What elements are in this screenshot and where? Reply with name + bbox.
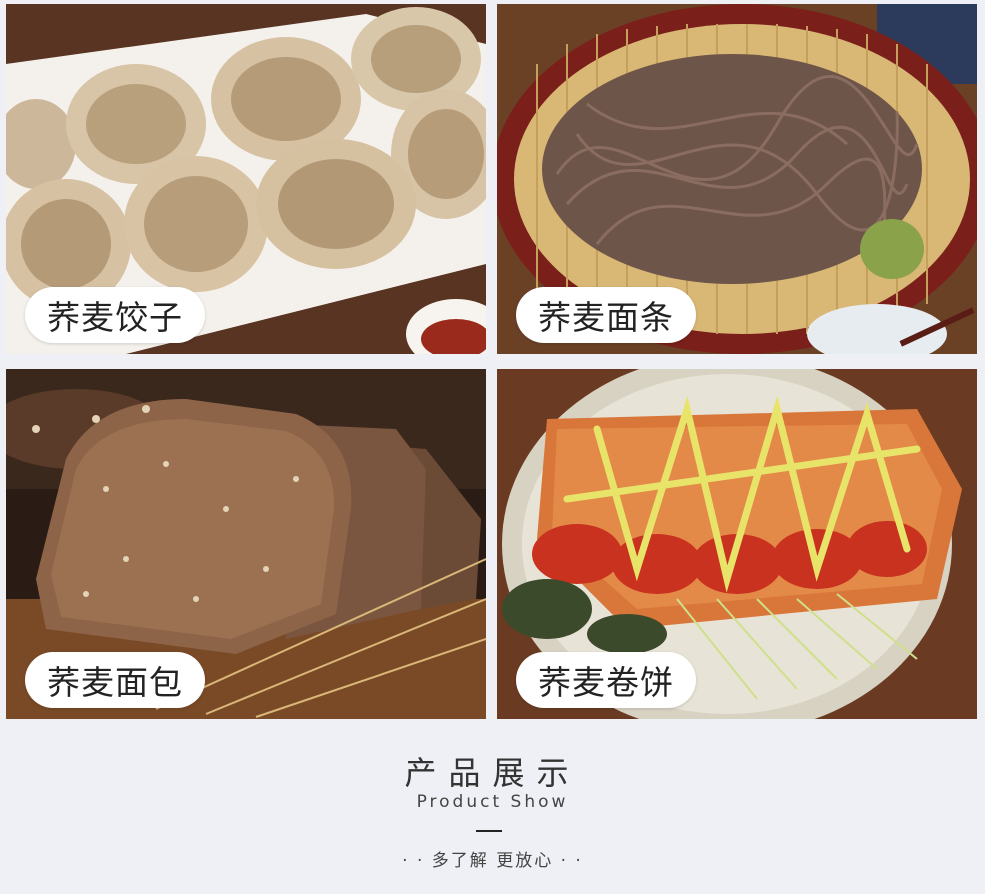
tile-label: 荞麦卷饼 (516, 652, 696, 708)
product-show-footer: 产品展示 Product Show · · 多了解 更放心 · · (0, 730, 985, 894)
section-title-en: Product Show (416, 792, 569, 812)
product-tile-noodles: 荞麦面条 (497, 4, 977, 354)
tile-label: 荞麦面包 (25, 652, 205, 708)
tile-label: 荞麦面条 (516, 287, 696, 343)
section-title-cn: 产品展示 (404, 754, 581, 792)
slogan: · · 多了解 更放心 · · (402, 851, 583, 871)
tile-label: 荞麦饺子 (25, 287, 205, 343)
product-tile-dumplings: 荞麦饺子 (6, 4, 486, 354)
product-tile-wrap: 荞麦卷饼 (497, 369, 977, 719)
product-tile-bread: 荞麦面包 (6, 369, 486, 719)
divider (476, 830, 502, 832)
